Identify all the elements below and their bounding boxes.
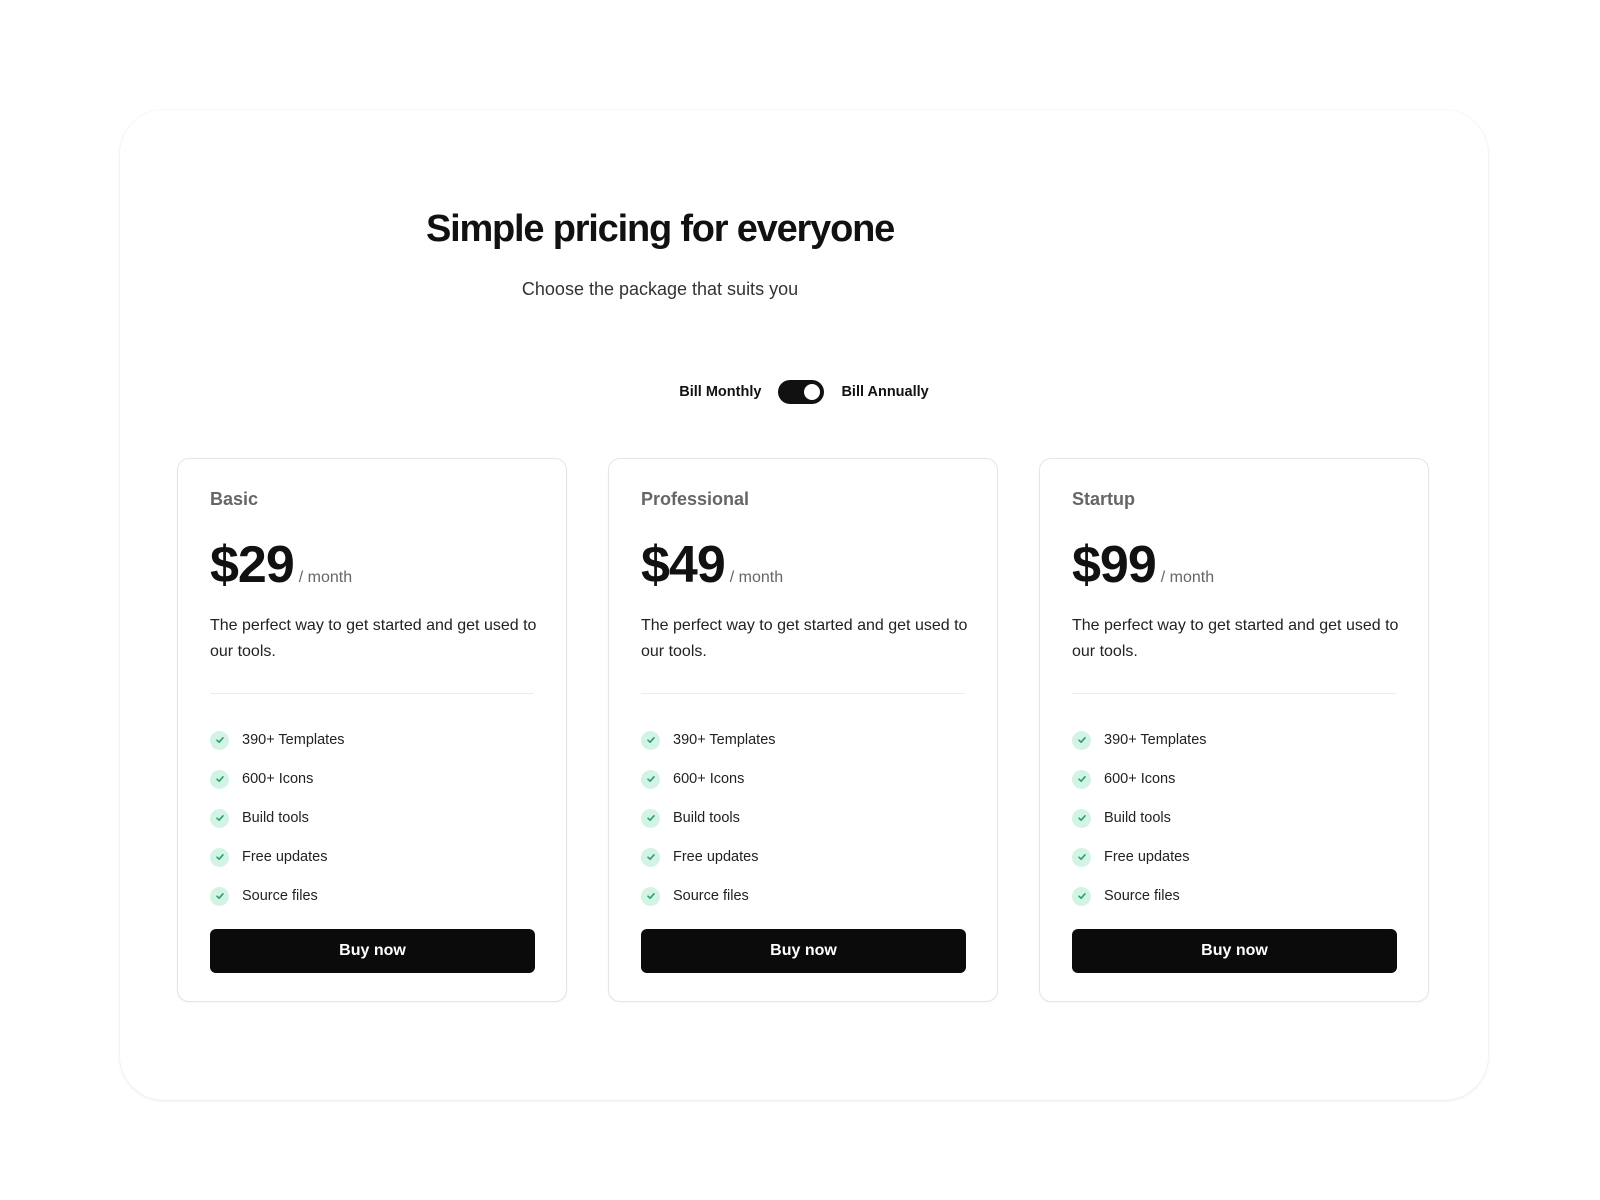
pricing-header: Simple pricing for everyone Choose the p… — [335, 206, 985, 302]
feature-label: Source files — [673, 888, 749, 904]
check-icon — [641, 730, 660, 750]
check-icon — [1072, 886, 1091, 906]
check-icon — [1072, 769, 1091, 789]
plan-description: The perfect way to get started and get u… — [210, 617, 537, 660]
check-icon — [1072, 730, 1091, 750]
page-title: Simple pricing for everyone — [425, 208, 895, 250]
price-period: / month — [729, 569, 784, 586]
feature-list: 390+ Templates 600+ Icons Build tools Fr… — [1072, 730, 1396, 906]
plan-description: The perfect way to get started and get u… — [1072, 617, 1399, 660]
plan-name: Startup — [1072, 489, 1135, 509]
feature-label: 390+ Templates — [242, 732, 345, 748]
plan-price: $29 — [210, 536, 295, 594]
pricing-panel: Simple pricing for everyone Choose the p… — [120, 110, 1488, 1100]
check-icon — [1072, 847, 1091, 867]
check-icon — [210, 808, 229, 828]
bill-monthly-label[interactable]: Bill Monthly — [679, 384, 761, 400]
feature-list: 390+ Templates 600+ Icons Build tools Fr… — [210, 730, 534, 906]
check-icon — [641, 847, 660, 867]
feature-item: 600+ Icons — [1072, 769, 1396, 789]
feature-item: 390+ Templates — [210, 730, 534, 750]
check-icon — [641, 808, 660, 828]
billing-switch: Bill Monthly Bill Annually — [120, 380, 1488, 404]
plan-card-startup: Startup $99 / month The perfect way to g… — [1039, 458, 1429, 1002]
price-row: $99 / month — [1072, 535, 1396, 595]
billing-toggle[interactable] — [778, 380, 825, 404]
plan-name: Professional — [641, 489, 750, 509]
feature-item: Build tools — [1072, 808, 1396, 828]
price-row: $49 / month — [641, 535, 965, 595]
buy-now-button[interactable]: Buy now — [210, 929, 535, 973]
divider — [1072, 693, 1396, 694]
check-icon — [210, 847, 229, 867]
page-subtitle: Choose the package that suits you — [521, 279, 799, 299]
feature-label: 600+ Icons — [242, 771, 314, 787]
feature-label: 600+ Icons — [673, 771, 745, 787]
feature-label: 390+ Templates — [673, 732, 776, 748]
plan-description: The perfect way to get started and get u… — [641, 617, 968, 660]
divider — [641, 693, 965, 694]
pricing-cards: Basic $29 / month The perfect way to get… — [177, 458, 1431, 1002]
check-icon — [210, 769, 229, 789]
feature-list: 390+ Templates 600+ Icons Build tools Fr… — [641, 730, 965, 906]
buy-now-button[interactable]: Buy now — [1072, 929, 1397, 973]
price-period: / month — [298, 569, 353, 586]
plan-name: Basic — [210, 489, 259, 509]
feature-label: Free updates — [1104, 849, 1190, 865]
feature-item: Source files — [1072, 886, 1396, 906]
feature-item: 390+ Templates — [641, 730, 965, 750]
feature-label: Build tools — [242, 810, 309, 826]
feature-item: 390+ Templates — [1072, 730, 1396, 750]
price-row: $29 / month — [210, 535, 534, 595]
feature-item: Build tools — [641, 808, 965, 828]
feature-item: Source files — [641, 886, 965, 906]
check-icon — [641, 886, 660, 906]
feature-label: Build tools — [673, 810, 740, 826]
feature-label: Source files — [1104, 888, 1180, 904]
feature-item: Free updates — [641, 847, 965, 867]
feature-item: 600+ Icons — [641, 769, 965, 789]
feature-label: 390+ Templates — [1104, 732, 1207, 748]
feature-label: Free updates — [673, 849, 759, 865]
toggle-knob — [804, 384, 821, 400]
feature-label: Free updates — [242, 849, 328, 865]
check-icon — [641, 769, 660, 789]
feature-label: Build tools — [1104, 810, 1171, 826]
price-period: / month — [1160, 569, 1215, 586]
check-icon — [1072, 808, 1091, 828]
plan-price: $99 — [1072, 536, 1157, 594]
feature-label: Source files — [242, 888, 318, 904]
check-icon — [210, 730, 229, 750]
buy-now-button[interactable]: Buy now — [641, 929, 966, 973]
plan-card-basic: Basic $29 / month The perfect way to get… — [177, 458, 567, 1002]
check-icon — [210, 886, 229, 906]
feature-item: Source files — [210, 886, 534, 906]
feature-item: Build tools — [210, 808, 534, 828]
bill-annually-label[interactable]: Bill Annually — [841, 384, 928, 400]
feature-item: Free updates — [1072, 847, 1396, 867]
feature-item: Free updates — [210, 847, 534, 867]
plan-price: $49 — [641, 536, 726, 594]
feature-item: 600+ Icons — [210, 769, 534, 789]
divider — [210, 693, 534, 694]
plan-card-professional: Professional $49 / month The perfect way… — [608, 458, 998, 1002]
feature-label: 600+ Icons — [1104, 771, 1176, 787]
